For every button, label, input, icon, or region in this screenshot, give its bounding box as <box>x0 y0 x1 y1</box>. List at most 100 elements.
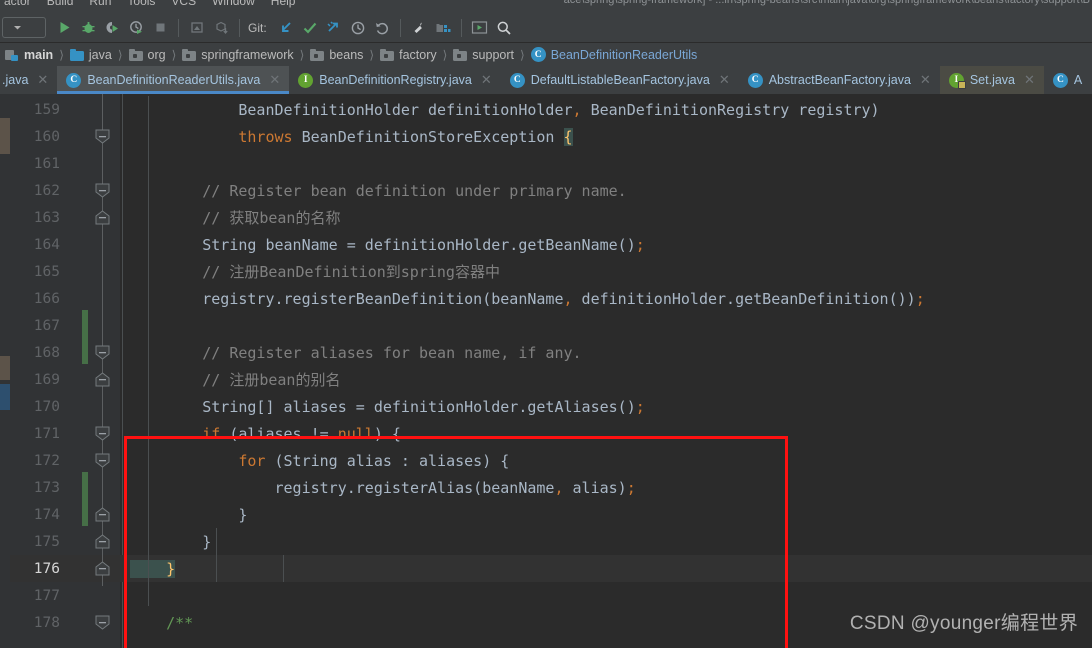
code-line[interactable]: for (String alias : aliases) { <box>120 447 1092 474</box>
close-icon[interactable]: ✕ <box>920 72 931 88</box>
tab-AbstractBeanFactory[interactable]: C AbstractBeanFactory.java ✕ <box>739 66 940 94</box>
line-number: 175 <box>33 533 60 550</box>
code-line[interactable]: // 注册bean的别名 <box>120 366 1092 393</box>
menu-item-refactor[interactable]: actor <box>4 0 31 8</box>
tab-label: A <box>1073 73 1083 87</box>
gutter-line: 167 <box>10 312 120 339</box>
breadcrumb-item-factory[interactable]: factory <box>380 48 437 62</box>
run-with-coverage-icon[interactable] <box>100 16 124 40</box>
tab-partial-left[interactable]: .java ✕ <box>0 66 57 94</box>
breadcrumb-item-java[interactable]: java <box>69 47 112 62</box>
line-number: 168 <box>33 344 60 361</box>
line-number: 176 <box>33 560 60 577</box>
close-icon[interactable]: ✕ <box>481 72 492 88</box>
class-icon: C <box>747 72 763 88</box>
code-line[interactable]: // Register aliases for bean name, if an… <box>120 339 1092 366</box>
tab-BeanDefinitionReaderUtils[interactable]: C BeanDefinitionReaderUtils.java ✕ <box>57 66 290 94</box>
code-editor[interactable]: 159 160 161 162 163 164 165 166 167 168 169 170 171 1… <box>0 94 1092 648</box>
breadcrumb-item-class[interactable]: C BeanDefinitionReaderUtils <box>530 47 698 62</box>
code-line-text: } <box>130 559 176 578</box>
menu-item-help[interactable]: Help <box>271 0 296 8</box>
indent-guide <box>283 555 284 582</box>
line-number: 161 <box>33 155 60 172</box>
code-token: String beanName = definitionHolder.getBe… <box>130 235 636 254</box>
code-line[interactable]: // 获取bean的名称 <box>120 204 1092 231</box>
tab-DefaultListableBeanFactory[interactable]: C DefaultListableBeanFactory.java ✕ <box>501 66 739 94</box>
run-configuration-selector[interactable] <box>2 17 46 38</box>
git-update-icon[interactable] <box>274 16 298 40</box>
code-token: null <box>337 424 374 443</box>
menu-item-window[interactable]: Window <box>212 0 255 8</box>
source-folder-icon <box>69 48 84 61</box>
breadcrumb-item-beans[interactable]: beans <box>310 48 363 62</box>
code-token: throws <box>238 127 293 146</box>
search-everywhere-icon[interactable] <box>492 16 516 40</box>
close-icon[interactable]: ✕ <box>269 72 280 88</box>
code-line[interactable] <box>120 582 1092 609</box>
debug-icon[interactable] <box>76 16 100 40</box>
menu-bar: actor Build Run Tools VCS Window Help ac… <box>0 0 1092 13</box>
code-line[interactable]: registry.registerBeanDefinition(beanName… <box>120 285 1092 312</box>
tab-BeanDefinitionRegistry[interactable]: I BeanDefinitionRegistry.java ✕ <box>289 66 501 94</box>
profile-icon[interactable] <box>124 16 148 40</box>
run-anything-icon[interactable] <box>468 16 492 40</box>
breadcrumb-item-org[interactable]: org <box>128 48 166 62</box>
breadcrumb-item-support[interactable]: support <box>453 48 514 62</box>
code-line[interactable]: String[] aliases = definitionHolder.getA… <box>120 393 1092 420</box>
gutter-line: 174 <box>10 501 120 528</box>
run-icon[interactable] <box>52 16 76 40</box>
breadcrumb-separator: ⟩ <box>299 47 305 62</box>
gutter-line: 162 <box>10 177 120 204</box>
close-icon[interactable]: ✕ <box>719 72 730 88</box>
git-history-icon[interactable] <box>346 16 370 40</box>
gutter-line: 169 <box>10 366 120 393</box>
code-line[interactable]: } <box>120 501 1092 528</box>
code-line[interactable]: if (aliases != null) { <box>120 420 1092 447</box>
breadcrumb-label: java <box>88 47 112 62</box>
code-line-text: String beanName = definitionHolder.getBe… <box>130 236 645 254</box>
editor-gutter[interactable]: 159 160 161 162 163 164 165 166 167 168 169 170 171 1… <box>10 94 120 648</box>
tab-Set[interactable]: I Set.java ✕ <box>939 66 1044 94</box>
code-line[interactable]: String beanName = definitionHolder.getBe… <box>120 231 1092 258</box>
project-structure-icon[interactable] <box>431 16 455 40</box>
code-line-text: throws BeanDefinitionStoreException { <box>130 127 573 146</box>
git-commit-icon[interactable] <box>298 16 322 40</box>
code-line[interactable]: registry.registerAlias(beanName, alias); <box>120 474 1092 501</box>
code-line[interactable] <box>120 312 1092 339</box>
tab-partial-right[interactable]: C A <box>1044 66 1091 94</box>
code-line[interactable]: } <box>120 528 1092 555</box>
code-line[interactable]: // 注册BeanDefinition到spring容器中 <box>120 258 1092 285</box>
indent-guide <box>148 96 149 606</box>
update-project-icon[interactable] <box>209 16 233 40</box>
code-token: { <box>563 127 573 146</box>
menu-item-tools[interactable]: Tools <box>127 0 155 8</box>
code-line[interactable] <box>120 150 1092 177</box>
code-content[interactable]: BeanDefinitionHolder definitionHolder, B… <box>120 94 1092 648</box>
menu-item-build[interactable]: Build <box>47 0 74 8</box>
build-project-icon[interactable] <box>185 16 209 40</box>
git-rollback-icon[interactable] <box>370 16 394 40</box>
breadcrumb-label: springframework <box>201 47 294 62</box>
code-token: (aliases != <box>220 424 338 443</box>
breadcrumb-separator: ⟩ <box>442 47 448 62</box>
breadcrumb-item-main[interactable]: main <box>5 48 53 62</box>
code-line[interactable]: throws BeanDefinitionStoreException { <box>120 123 1092 150</box>
line-number: 178 <box>33 614 60 631</box>
line-number: 162 <box>33 182 60 199</box>
code-line-text: BeanDefinitionHolder definitionHolder, B… <box>130 101 879 119</box>
git-push-icon[interactable] <box>322 16 346 40</box>
menu-item-run[interactable]: Run <box>89 0 111 8</box>
tab-label: DefaultListableBeanFactory.java <box>530 73 710 87</box>
code-line[interactable]: BeanDefinitionHolder definitionHolder, B… <box>120 96 1092 123</box>
settings-wrench-icon[interactable] <box>407 16 431 40</box>
menu-item-vcs[interactable]: VCS <box>171 0 196 8</box>
breadcrumb-label: BeanDefinitionReaderUtils <box>550 47 698 62</box>
close-icon[interactable]: ✕ <box>1024 72 1035 88</box>
code-token: if <box>202 424 221 443</box>
code-line[interactable]: } <box>120 555 1092 582</box>
breadcrumb-item-springframework[interactable]: springframework <box>182 47 294 62</box>
breadcrumb-label: support <box>472 47 514 62</box>
close-icon[interactable]: ✕ <box>37 72 48 88</box>
code-line[interactable]: // Register bean definition under primar… <box>120 177 1092 204</box>
